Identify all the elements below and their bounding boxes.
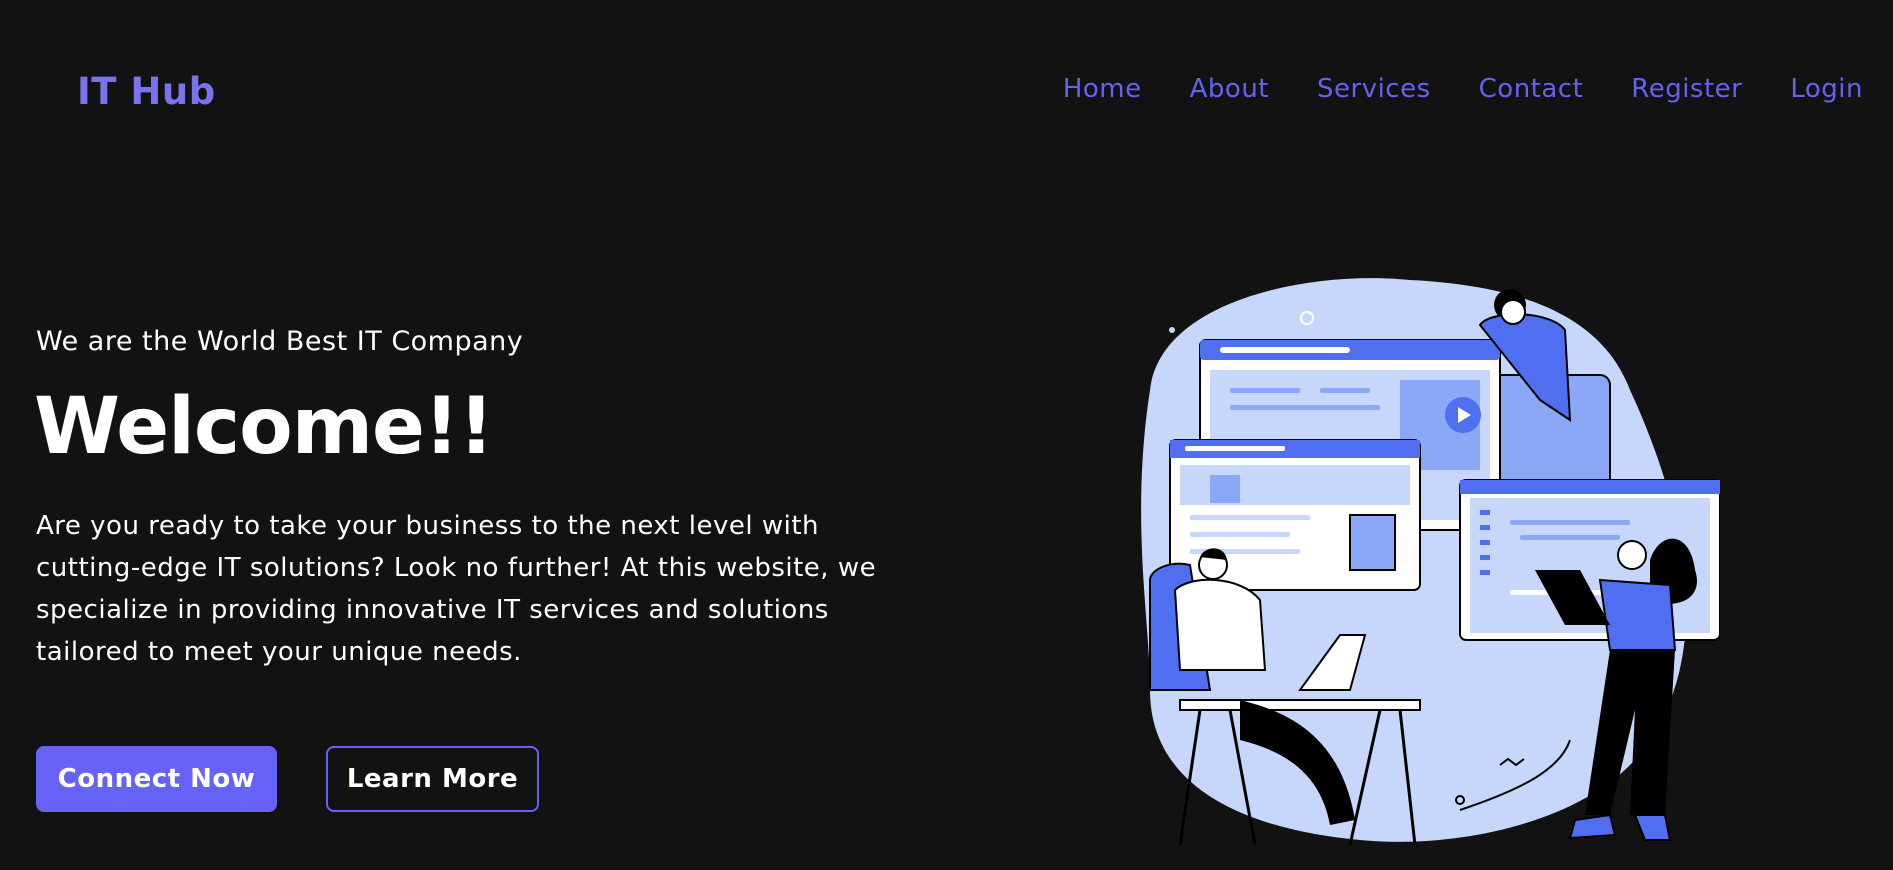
main-nav: Home About Services Contact Register Log… (1063, 74, 1863, 104)
connect-now-button[interactable]: Connect Now (36, 746, 277, 812)
nav-home[interactable]: Home (1063, 74, 1142, 104)
learn-more-button[interactable]: Learn More (326, 746, 539, 812)
nav-services[interactable]: Services (1317, 74, 1431, 104)
developers-at-work-illustration: × (1141, 278, 1720, 846)
hero-description: Are you ready to take your business to t… (36, 511, 877, 667)
hero-headline: Welcome!! (34, 382, 494, 472)
nav-about[interactable]: About (1190, 74, 1269, 104)
page: IT Hub Home About Services Contact Regis… (0, 0, 1893, 870)
nav-login[interactable]: Login (1790, 74, 1863, 104)
nav-register[interactable]: Register (1631, 74, 1742, 104)
hero-tagline: We are the World Best IT Company (36, 326, 524, 357)
brand-logo[interactable]: IT Hub (77, 70, 216, 113)
nav-contact[interactable]: Contact (1479, 74, 1584, 104)
